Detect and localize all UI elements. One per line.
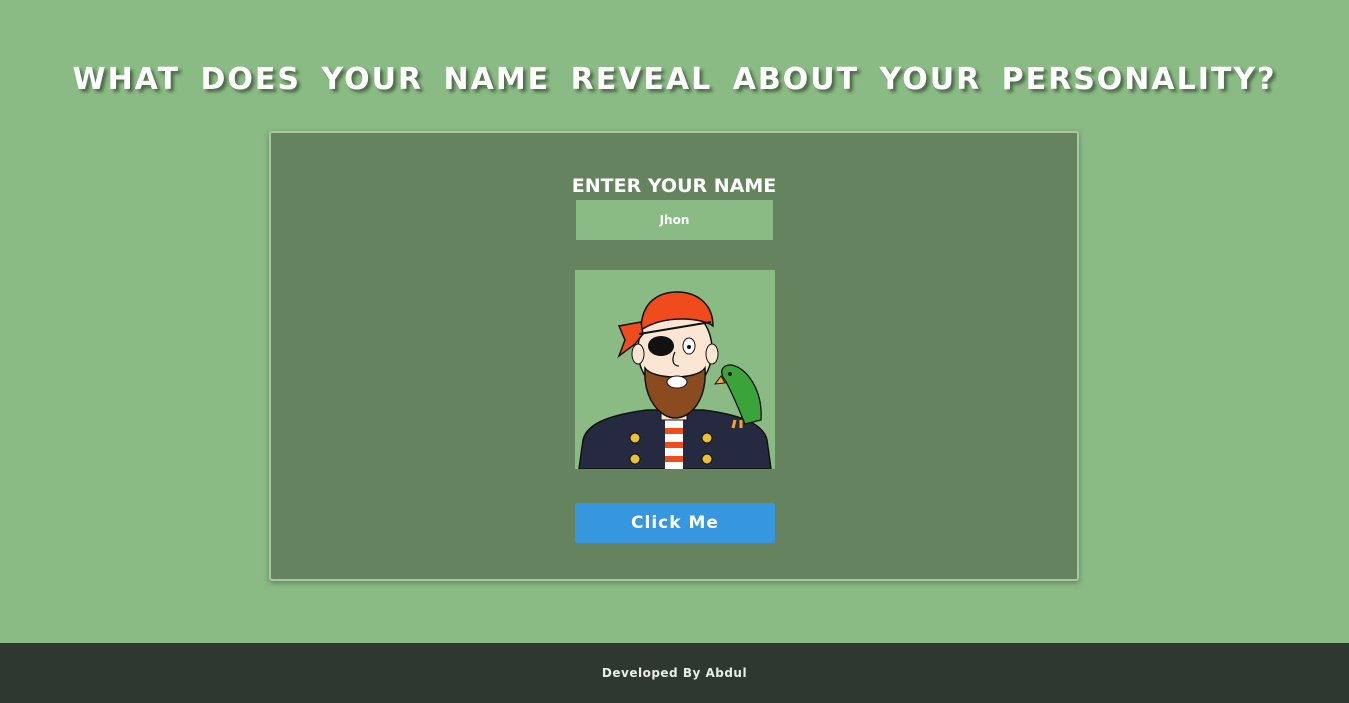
name-card: ENTER YOUR NAME Jhon Click Me — [269, 131, 1079, 581]
footer-credit: Developed By Abdul — [601, 666, 748, 680]
click-me-button[interactable]: Click Me — [575, 503, 775, 543]
pirate-illustration — [578, 291, 772, 469]
page-title: WHAT DOES YOUR NAME REVEAL ABOUT YOUR PE… — [72, 62, 1277, 97]
name-input[interactable] — [576, 200, 773, 240]
footer: Developed By Abdul — [0, 643, 1349, 703]
name-label: ENTER YOUR NAME — [571, 175, 777, 197]
pirate-avatar — [575, 270, 775, 469]
